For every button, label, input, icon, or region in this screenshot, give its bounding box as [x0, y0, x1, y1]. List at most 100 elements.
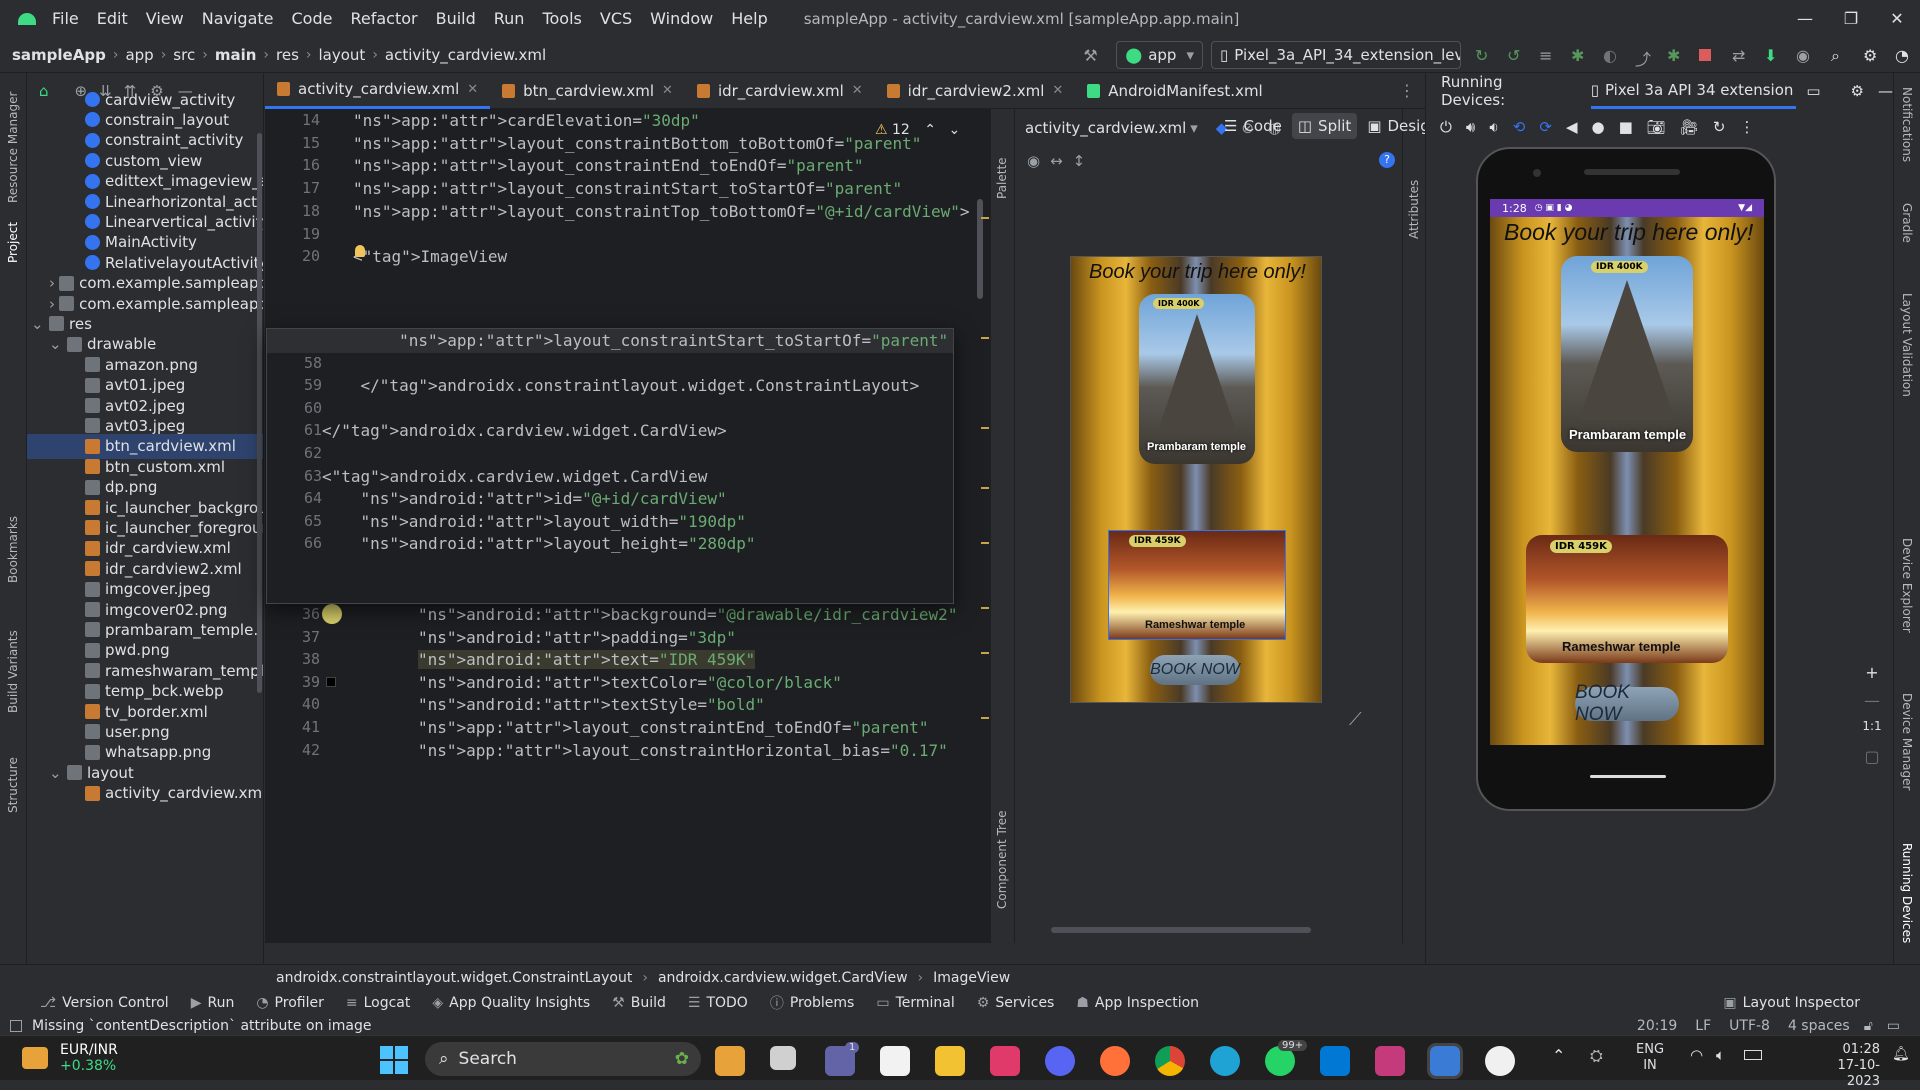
power-icon[interactable]: ⏻ [1440, 118, 1452, 136]
menu-view[interactable]: View [146, 9, 184, 28]
notification-bell-icon[interactable]: 🔔︎ [1892, 1046, 1910, 1062]
code-mode-button[interactable]: ☰ Code [1218, 113, 1288, 139]
language-indicator[interactable]: ENG IN [1636, 1042, 1664, 1074]
tree-item[interactable]: activity_cardview.xml [85, 781, 263, 806]
volume-down-icon[interactable]: 🔉︎ [1489, 118, 1498, 136]
editor-tab[interactable]: activity_cardview.xml ✕ [265, 72, 491, 109]
code-line[interactable]: "ns">android:"attr">textStyle="bold" [418, 695, 765, 714]
code-line[interactable]: "ns">app:"attr">layout_constraintEnd_toE… [418, 718, 929, 737]
code-line[interactable]: "ns">app:"attr">layout_constraintHorizon… [418, 741, 948, 760]
tree-expand-icon[interactable]: › [49, 274, 55, 292]
device-manager-tab[interactable]: Device Manager [1900, 693, 1914, 790]
eye-icon[interactable]: ◉ [1027, 152, 1040, 170]
breadcrumb-item[interactable]: main [215, 46, 257, 64]
device-manager-icon[interactable]: ⇄ [1732, 46, 1750, 65]
run-icon[interactable]: ↻ [1475, 46, 1493, 65]
menu-run[interactable]: Run [494, 9, 525, 28]
layout-preview[interactable]: Book your trip here only! IDR 400K Pramb… [1070, 256, 1322, 703]
menu-tools[interactable]: Tools [542, 9, 581, 28]
tool-window-button[interactable]: ◈ App Quality Insights [432, 995, 590, 1011]
bookmarks-tab[interactable]: Bookmarks [6, 516, 20, 583]
tool-window-button[interactable]: ☰ TODO [688, 995, 748, 1011]
search-icon[interactable]: ⌕ [1831, 46, 1849, 65]
app-card-rameshwar[interactable]: IDR 459K Rameshwar temple [1526, 535, 1728, 663]
debug-icon[interactable]: ✱ [1571, 46, 1589, 65]
app-book-now-button[interactable]: BOOK NOW [1575, 682, 1679, 725]
app-card-prambanan[interactable]: IDR 400K Prambaram temple [1561, 256, 1693, 452]
edge-icon[interactable] [1210, 1046, 1240, 1076]
store-icon[interactable] [880, 1046, 910, 1076]
chevron-down-icon[interactable]: ▾ [1190, 119, 1198, 137]
editor-tab[interactable]: idr_cardview2.xml ✕ [875, 73, 1076, 109]
close-tab-icon[interactable]: ✕ [852, 83, 863, 98]
xml-breadcrumb-item[interactable]: androidx.constraintlayout.widget.Constra… [276, 970, 632, 986]
fit-screen-icon[interactable]: ▢ [1858, 747, 1886, 775]
tool-window-button[interactable]: ⚒ Build [612, 995, 666, 1011]
preview-card-prambanan[interactable]: IDR 400K Prambaram temple [1139, 294, 1255, 464]
attributes-tab[interactable]: Attributes [1407, 180, 1421, 239]
emulator-phone[interactable]: 1:28 ◷ ▣ ▮ ◕ ▼◢ Book your trip here only… [1476, 147, 1776, 811]
more-vert-icon[interactable]: ⋮ [1739, 118, 1754, 136]
code-line[interactable]: "ns">app:"attr">layout_constraintEnd_toE… [353, 156, 864, 175]
menu-refactor[interactable]: Refactor [350, 9, 417, 28]
preview-book-now-button[interactable]: BOOK NOW [1150, 655, 1240, 685]
more-tabs-icon[interactable]: ⋮ [1399, 81, 1415, 100]
tool-window-button[interactable]: ⓘ Problems [770, 993, 855, 1013]
component-tree-tab[interactable]: Component Tree [995, 811, 1009, 909]
zoom-out-icon[interactable]: — [1858, 691, 1886, 719]
discord-icon[interactable] [1045, 1046, 1075, 1076]
chrome-icon[interactable] [1155, 1046, 1185, 1076]
emulator-screen[interactable]: 1:28 ◷ ▣ ▮ ◕ ▼◢ Book your trip here only… [1490, 199, 1764, 745]
warnings-indicator[interactable]: ⚠ 12 ⌃ ⌄ [875, 122, 960, 138]
gesture-bar[interactable] [1590, 775, 1666, 778]
file-explorer-icon[interactable] [935, 1046, 965, 1076]
code-line[interactable]: "ns">app:"attr">cardElevation="30dp" [353, 111, 700, 130]
palette-tab[interactable]: Palette [995, 157, 1009, 199]
tool-window-button[interactable]: ◔ Profiler [256, 995, 324, 1011]
tool-window-button[interactable]: ⎇ Version Control [40, 995, 169, 1011]
peek-code-line[interactable]: <"tag">androidx.cardview.widget.CardView [322, 467, 707, 486]
split-mode-button[interactable]: ◫ Split [1291, 113, 1358, 139]
hide-icon[interactable]: — [1878, 82, 1893, 100]
zoom-in-icon[interactable]: + [1858, 663, 1886, 691]
zoom-1to1[interactable]: 1:1 [1858, 719, 1886, 747]
record-icon[interactable]: 🎥︎ [1680, 118, 1699, 136]
code-line[interactable]: "ns">android:"attr">padding="3dp" [418, 628, 736, 647]
preview-card-rameshwar[interactable]: IDR 459K Rameshwar temple [1108, 530, 1286, 640]
minimize-icon[interactable]: — [1782, 9, 1828, 28]
status-item[interactable]: UTF-8 [1729, 1018, 1770, 1034]
volume-icon[interactable]: 🔈︎ [1716, 1046, 1725, 1064]
peek-code-line[interactable]: </"tag">androidx.constraintlayout.widget… [322, 376, 920, 395]
notifications-tab[interactable]: Notifications [1900, 87, 1914, 162]
editor-tab[interactable]: btn_cardview.xml ✕ [490, 73, 685, 109]
device-select[interactable]: ▯ Pixel_3a_API_34_extension_level_7_x86 [1211, 40, 1461, 69]
close-tab-icon[interactable]: ✕ [1052, 83, 1063, 98]
code-line[interactable]: "ns">android:"attr">textColor="@color/bl… [418, 673, 842, 692]
status-item[interactable]: 20:19 [1637, 1018, 1677, 1034]
breadcrumb-item[interactable]: src [173, 46, 195, 64]
editor-tab[interactable]: idr_cardview.xml ✕ [685, 73, 875, 109]
running-devices-tab[interactable]: Running Devices [1900, 843, 1914, 943]
profile-icon[interactable]: ◐ [1603, 46, 1621, 65]
screenshot-icon[interactable]: 📷︎ [1647, 118, 1666, 136]
help-icon[interactable]: ? [1379, 152, 1395, 168]
tray-app-icon[interactable]: ⛭ [1590, 1046, 1603, 1066]
gradle-tab[interactable]: Gradle [1900, 203, 1914, 243]
windows-start-icon[interactable] [380, 1046, 408, 1074]
code-line[interactable]: "ns">app:"attr">layout_constraintTop_toB… [353, 202, 970, 221]
horizontal-resize-icon[interactable]: ↔ [1050, 152, 1063, 170]
task-view-icon[interactable] [770, 1046, 796, 1070]
overview-icon[interactable]: ■ [1619, 118, 1633, 136]
debug-run-icon[interactable]: ✱ [1667, 46, 1685, 65]
tree-expand-icon[interactable]: ⌄ [31, 315, 45, 333]
editor-tab[interactable]: AndroidManifest.xml [1075, 73, 1274, 109]
chevron-down-icon[interactable]: ⌄ [948, 122, 960, 138]
intention-bulb-icon[interactable] [355, 245, 365, 257]
back-icon[interactable]: ◀ [1566, 118, 1578, 136]
close-tab-icon[interactable]: ✕ [662, 83, 673, 98]
rotate-right-icon[interactable]: ⟳ [1539, 118, 1552, 136]
github-icon[interactable] [1485, 1046, 1515, 1076]
clock[interactable]: 01:28 17-10-2023 [1810, 1042, 1880, 1090]
status-item[interactable]: LF [1695, 1018, 1711, 1034]
menu-build[interactable]: Build [436, 9, 476, 28]
